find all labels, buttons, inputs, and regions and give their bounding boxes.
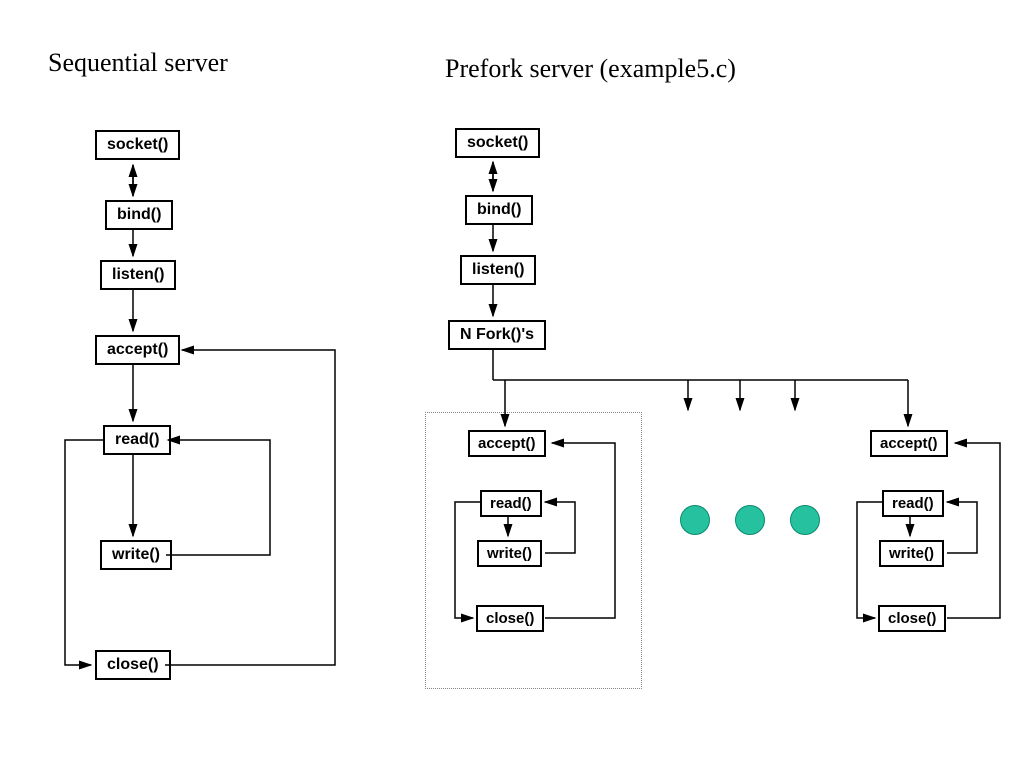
pre-write-1: write() [477, 540, 542, 567]
ellipsis-dot [790, 505, 820, 535]
pre-accept-n: accept() [870, 430, 948, 457]
pre-socket: socket() [455, 128, 540, 158]
pre-write-n: write() [879, 540, 944, 567]
title-sequential: Sequential server [48, 48, 228, 78]
pre-read-1: read() [480, 490, 542, 517]
pre-accept-1: accept() [468, 430, 546, 457]
seq-socket: socket() [95, 130, 180, 160]
ellipsis-dot [680, 505, 710, 535]
pre-bind: bind() [465, 195, 533, 225]
seq-read: read() [103, 425, 171, 455]
pre-listen: listen() [460, 255, 536, 285]
seq-bind: bind() [105, 200, 173, 230]
title-prefork: Prefork server (example5.c) [445, 54, 736, 84]
pre-close-n: close() [878, 605, 946, 632]
seq-write: write() [100, 540, 172, 570]
pre-close-1: close() [476, 605, 544, 632]
pre-nfork: N Fork()'s [448, 320, 546, 350]
seq-close: close() [95, 650, 171, 680]
ellipsis-dot [735, 505, 765, 535]
seq-listen: listen() [100, 260, 176, 290]
pre-read-n: read() [882, 490, 944, 517]
seq-accept: accept() [95, 335, 180, 365]
